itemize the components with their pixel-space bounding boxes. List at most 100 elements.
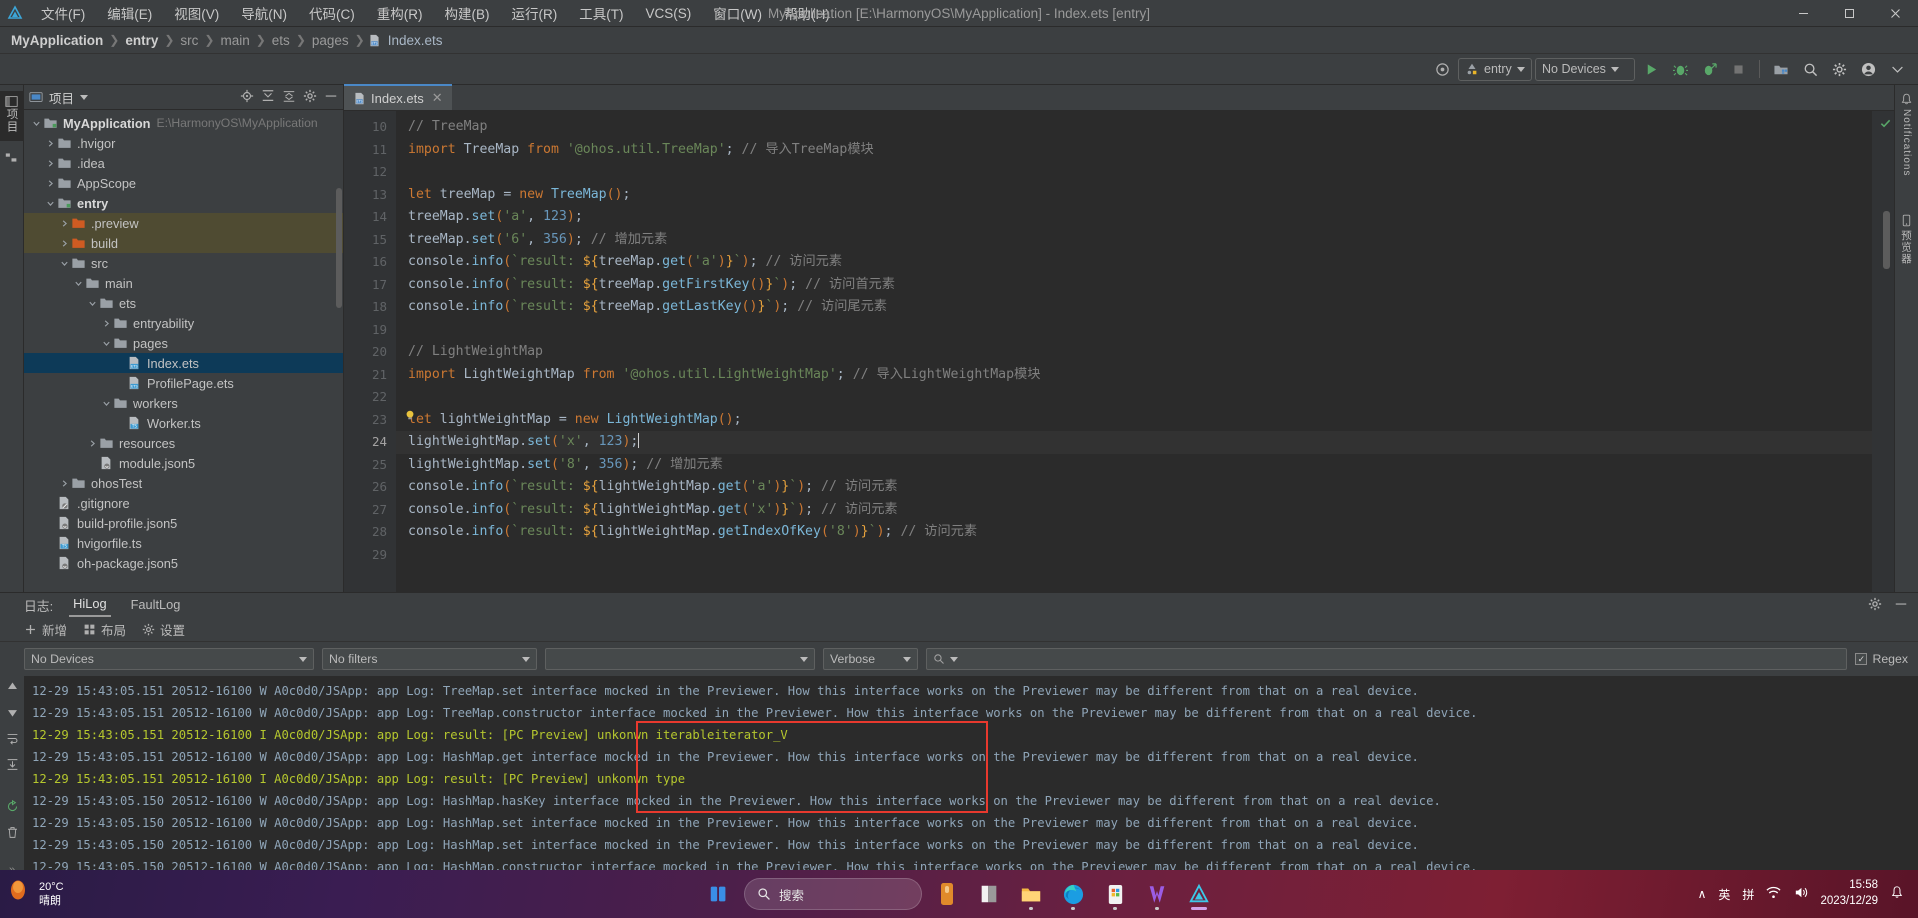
stop-icon[interactable] [1725,57,1751,81]
menu-item-2[interactable]: 视图(V) [163,0,230,26]
chevron-up-icon[interactable]: ∧ [1698,887,1707,901]
scroll-to-end-icon[interactable] [6,758,19,774]
log-hide-icon[interactable] [1894,597,1908,614]
tree-node-profilepage-ets[interactable]: ETS ProfilePage.ets [24,373,343,393]
maximize-button[interactable] [1826,0,1872,27]
log-line[interactable]: 12-29 15:43:05.151 20512-16100 I A0c0d0/… [32,724,1918,746]
tree-node-hvigorfile-ts[interactable]: TS hvigorfile.ts [24,533,343,553]
profile-icon[interactable] [1696,57,1722,81]
breadcrumb-item-6[interactable]: Index.ets [385,33,446,48]
regex-checkbox[interactable]: ✓ [1855,653,1868,665]
settings-icon[interactable] [303,89,317,106]
code-line-11[interactable]: import TreeMap from '@ohos.util.TreeMap'… [408,139,1872,162]
devecostudio-icon[interactable] [1182,877,1216,911]
breadcrumb-item-1[interactable]: entry [122,33,161,48]
taskbar-clock[interactable]: 15:58 2023/12/29 [1820,878,1878,909]
log-tab-hilog[interactable]: HiLog [69,594,111,617]
device-selector[interactable]: No Devices [1535,57,1635,81]
chevron-right-icon[interactable] [58,219,71,228]
chevron-right-icon[interactable] [86,439,99,448]
expand-all-icon[interactable] [261,89,275,106]
menu-item-6[interactable]: 构建(B) [434,0,501,26]
log-tab-faultlog[interactable]: FaultLog [127,595,185,616]
chevron-down-icon[interactable] [58,259,71,268]
settings-icon[interactable] [1826,57,1852,81]
device-manager-icon[interactable] [1768,57,1794,81]
tree-node-worker-ts[interactable]: TS Worker.ts [24,413,343,433]
tree-node-build[interactable]: build [24,233,343,253]
breadcrumb-item-0[interactable]: MyApplication [8,33,106,48]
clear-log-icon[interactable] [6,826,19,842]
taskbar-search[interactable]: 搜索 [744,878,922,910]
file-explorer-dark-icon[interactable] [972,877,1006,911]
tree-node-build-profile-json5[interactable]: build-profile.json5 [24,513,343,533]
code-line-26[interactable]: console.info(`result: ${lightWeightMap.g… [408,476,1872,499]
collapse-all-icon[interactable] [282,89,296,106]
code-line-16[interactable]: console.info(`result: ${treeMap.get('a')… [408,251,1872,274]
log-line[interactable]: 12-29 15:43:05.151 20512-16100 W A0c0d0/… [32,680,1918,702]
ime-pinyin-icon[interactable]: 拼 [1742,886,1754,903]
more-options-icon[interactable] [1884,57,1910,81]
close-icon[interactable]: ✕ [432,90,443,106]
chevron-right-icon[interactable] [100,319,113,328]
breadcrumb-item-5[interactable]: pages [309,33,352,48]
code-line-24[interactable]: lightWeightMap.set('x', 123); [396,431,1872,454]
intention-bulb-icon[interactable] [404,409,416,425]
tree-node-oh-package-json5[interactable]: oh-package.json5 [24,553,343,573]
code-line-12[interactable] [408,161,1872,184]
log-line[interactable]: 12-29 15:43:05.150 20512-16100 W A0c0d0/… [32,790,1918,812]
log-device-filter[interactable]: No Devices [24,648,314,670]
tree-node-pages[interactable]: pages [24,333,343,353]
log-lines[interactable]: 12-29 15:43:05.151 20512-16100 W A0c0d0/… [24,676,1918,884]
code-line-22[interactable] [408,386,1872,409]
debug-icon[interactable] [1667,57,1693,81]
edge-icon[interactable] [1056,877,1090,911]
bell-icon[interactable] [1890,885,1904,903]
chevron-right-icon[interactable] [58,479,71,488]
code-line-17[interactable]: console.info(`result: ${treeMap.getFirst… [408,274,1872,297]
tree-node-index-ets[interactable]: ETS Index.ets [24,353,343,373]
chevron-down-icon[interactable] [100,339,113,348]
soft-wrap-icon[interactable] [6,732,19,748]
menu-item-5[interactable]: 重构(R) [366,0,434,26]
locate-icon[interactable] [240,89,254,106]
tree-node-ohostest[interactable]: ohosTest [24,473,343,493]
menu-item-3[interactable]: 导航(N) [230,0,298,26]
menu-item-8[interactable]: 工具(T) [568,0,634,26]
log-toolbar-plus[interactable]: 新增 [24,620,67,639]
tree-node--gitignore[interactable]: .gitignore [24,493,343,513]
tree-node-module-json5[interactable]: module.json5 [24,453,343,473]
ime-en-icon[interactable]: 英 [1718,886,1730,903]
tree-node-appscope[interactable]: AppScope [24,173,343,193]
target-icon[interactable] [1429,57,1455,81]
menu-item-1[interactable]: 编辑(E) [96,0,163,26]
tree-node-myapplication[interactable]: MyApplication E:\HarmonyOS\MyApplication [24,113,343,133]
code-line-21[interactable]: import LightWeightMap from '@ohos.util.L… [408,364,1872,387]
run-config-selector[interactable]: entry [1458,57,1532,81]
log-level-select[interactable]: Verbose [823,648,918,670]
task-view-icon[interactable] [702,877,736,911]
code-line-28[interactable]: console.info(`result: ${lightWeightMap.g… [408,521,1872,544]
volume-icon[interactable] [1793,885,1808,903]
tree-node-ets[interactable]: ets [24,293,343,313]
weather-widget[interactable]: 20°C 晴朗 [0,880,64,909]
breadcrumb-item-2[interactable]: src [177,33,201,48]
notifications-tool-button[interactable]: Notifications [1900,93,1913,176]
code-content[interactable]: // TreeMap import TreeMap from '@ohos.uti… [396,111,1872,592]
editor-scrollbar-thumb[interactable] [1883,211,1890,269]
code-line-25[interactable]: lightWeightMap.set('8', 356); // 增加元素 [408,454,1872,477]
file-explorer-icon[interactable] [1014,877,1048,911]
code-line-18[interactable]: console.info(`result: ${treeMap.getLastK… [408,296,1872,319]
tree-node-resources[interactable]: resources [24,433,343,453]
log-toolbar-layout[interactable]: 布局 [83,620,126,639]
chevron-down-icon[interactable] [44,199,57,208]
breadcrumb-item-3[interactable]: main [217,33,252,48]
menu-item-4[interactable]: 代码(C) [298,0,366,26]
menu-item-10[interactable]: 窗口(W) [702,0,773,26]
tree-node--hvigor[interactable]: .hvigor [24,133,343,153]
code-line-27[interactable]: console.info(`result: ${lightWeightMap.g… [408,499,1872,522]
log-toolbar-gear[interactable]: 设置 [142,620,185,639]
scroll-down-icon[interactable] [6,706,19,722]
regex-toggle[interactable]: ✓ Regex [1855,652,1908,666]
tree-node-src[interactable]: src [24,253,343,273]
